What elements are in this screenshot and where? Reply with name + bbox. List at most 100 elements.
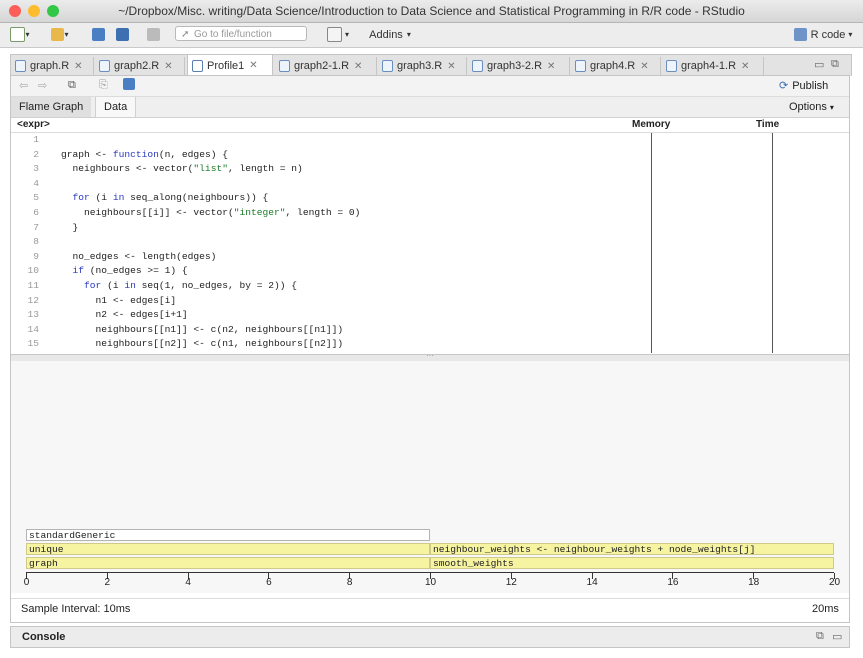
tab-label: graph4.R xyxy=(590,60,636,72)
code-line[interactable]: 3 neighbours <- vector("list", length = … xyxy=(11,162,303,177)
code-line[interactable]: 14 neighbours[[n1]] <- c(n2, neighbours[… xyxy=(11,323,343,338)
grid-icon xyxy=(326,27,342,42)
code-line[interactable]: 15 neighbours[[n2]] <- c(n1, neighbours[… xyxy=(11,337,343,352)
code-text: for (i in seq_along(neighbours)) { xyxy=(72,192,269,204)
close-tab-icon[interactable]: ✕ xyxy=(354,61,362,72)
project-label: R code xyxy=(810,28,846,41)
publish-label: Publish xyxy=(792,79,829,92)
print-icon xyxy=(146,28,160,41)
forward-icon[interactable]: ⇨ xyxy=(38,79,47,92)
tab-graph3-2-r[interactable]: graph3-2.R ✕ xyxy=(468,57,570,75)
tab-graph-r[interactable]: graph.R ✕ xyxy=(11,57,94,75)
r-file-icon xyxy=(279,60,290,72)
code-text: neighbours[[i]] <- vector("integer", len… xyxy=(61,207,361,218)
close-tab-icon[interactable]: ✕ xyxy=(447,61,455,72)
close-tab-icon[interactable]: ✕ xyxy=(640,61,648,72)
maximize-pane-icon[interactable]: ▭ xyxy=(832,630,842,643)
options-menu[interactable]: Options ▾ xyxy=(781,97,842,117)
save-icon xyxy=(91,28,105,41)
code-text: no_edges <- length(edges) xyxy=(61,250,217,262)
code-line[interactable]: 4 xyxy=(11,177,61,192)
code-line[interactable]: 8 xyxy=(11,235,61,250)
code-line[interactable]: 13 n2 <- edges[i+1] xyxy=(11,308,187,323)
close-tab-icon[interactable]: ✕ xyxy=(547,61,555,72)
tab-graph4-1-r[interactable]: graph4-1.R ✕ xyxy=(662,57,764,75)
sample-interval-text: Sample Interval: 10ms xyxy=(21,603,131,615)
axis-tick-label: 14 xyxy=(586,577,598,588)
grid-layout-button[interactable]: ▾ xyxy=(321,27,355,42)
line-number: 12 xyxy=(27,294,39,306)
code-line[interactable]: 1 xyxy=(11,133,61,148)
axis-tick-label: 18 xyxy=(748,577,760,588)
minimize-pane-icon[interactable]: ▭ xyxy=(814,58,824,71)
tab-label: graph.R xyxy=(30,60,70,72)
maximize-pane-icon[interactable]: ⧉ xyxy=(831,58,839,71)
close-tab-icon[interactable]: ✕ xyxy=(249,60,257,71)
code-line[interactable]: 2 graph <- function(n, edges) { xyxy=(11,148,228,163)
back-icon[interactable]: ⇦ xyxy=(19,79,28,92)
new-file-button[interactable]: ▾ xyxy=(6,27,34,42)
tab-data[interactable]: Data xyxy=(95,97,137,117)
tab-graph3-r[interactable]: graph3.R ✕ xyxy=(378,57,467,75)
tab-graph2-r[interactable]: graph2.R ✕ xyxy=(95,57,185,75)
tab-flame-graph[interactable]: Flame Graph xyxy=(11,97,92,117)
publish-button[interactable]: ⟳ Publish xyxy=(779,79,829,93)
addins-label: Addins xyxy=(369,28,403,41)
goto-file-input[interactable]: ➚ Go to file/function xyxy=(175,26,307,41)
save-all-icon xyxy=(115,28,129,41)
open-project-button[interactable]: ▾ xyxy=(44,27,76,42)
addins-menu[interactable]: Addins ▾ xyxy=(365,27,415,42)
save-icon[interactable] xyxy=(123,78,135,90)
profile-icon xyxy=(192,59,203,72)
line-number: 14 xyxy=(27,323,39,335)
code-text: n1 <- edges[i] xyxy=(61,294,177,306)
tab-profile1[interactable]: Profile1 ✕ xyxy=(187,55,273,76)
source-code-view[interactable]: 1 2 graph <- function(n, edges) {3 neighbo… xyxy=(11,133,649,353)
r-file-icon xyxy=(472,60,483,72)
tab-graph2-1-r[interactable]: graph2-1.R ✕ xyxy=(275,57,377,75)
axis-tick-label: 12 xyxy=(505,577,517,588)
tab-label: graph3-2.R xyxy=(487,60,543,72)
flame-block[interactable]: unique xyxy=(26,543,430,555)
line-number: 13 xyxy=(27,309,39,321)
line-number: 11 xyxy=(27,280,39,291)
print-button[interactable] xyxy=(144,27,162,42)
open-in-window-icon[interactable]: ⧉ xyxy=(68,79,76,92)
code-text: graph <- function(n, edges) { xyxy=(61,148,228,160)
code-line[interactable]: 7 } xyxy=(11,221,78,236)
line-number: 1 xyxy=(33,134,39,145)
new-file-icon xyxy=(10,27,26,42)
title-bar: ~/Dropbox/Misc. writing/Data Science/Int… xyxy=(0,0,863,23)
flame-block[interactable]: neighbour_weights <- neighbour_weights +… xyxy=(430,543,834,555)
splitter-grip-icon: ⋯ xyxy=(426,351,434,360)
code-text: neighbours[[n2]] <- c(n1, neighbours[[n2… xyxy=(61,338,344,350)
save-all-button[interactable] xyxy=(113,27,131,42)
console-label: Console xyxy=(22,631,66,643)
flame-block[interactable]: graph xyxy=(26,557,430,569)
line-number: 2 xyxy=(33,148,39,160)
code-line[interactable]: 5 for (i in seq_along(neighbours)) { xyxy=(11,191,268,206)
export-icon[interactable]: ⎘ xyxy=(99,79,108,92)
close-tab-icon[interactable]: ✕ xyxy=(74,61,82,72)
project-menu[interactable]: R code ▾ xyxy=(790,27,856,42)
tab-label: graph4-1.R xyxy=(681,60,737,72)
r-file-icon xyxy=(99,60,110,72)
restore-pane-icon[interactable]: ⧉ xyxy=(816,630,824,643)
save-button[interactable] xyxy=(90,27,106,42)
time-column-divider xyxy=(772,133,773,353)
line-number: 15 xyxy=(27,338,39,350)
code-line[interactable]: 11 for (i in seq(1, no_edges, by = 2)) { xyxy=(11,279,297,294)
console-pane-header[interactable]: Console ⧉ ▭ xyxy=(10,626,850,648)
flame-block[interactable]: standardGeneric xyxy=(26,529,430,541)
tab-graph4-r[interactable]: graph4.R ✕ xyxy=(571,57,661,75)
close-tab-icon[interactable]: ✕ xyxy=(164,61,172,72)
folder-icon xyxy=(51,28,65,41)
flame-block[interactable]: smooth_weights xyxy=(430,557,834,569)
code-header: <expr> Memory Time xyxy=(11,118,849,133)
code-line[interactable]: 10 if (no_edges >= 1) { xyxy=(11,264,187,279)
code-line[interactable]: 6 neighbours[[i]] <- vector("integer", l… xyxy=(11,206,360,221)
code-line[interactable]: 9 no_edges <- length(edges) xyxy=(11,250,216,265)
close-tab-icon[interactable]: ✕ xyxy=(741,61,749,72)
axis-tick-label: 4 xyxy=(185,577,191,588)
code-line[interactable]: 12 n1 <- edges[i] xyxy=(11,294,176,309)
